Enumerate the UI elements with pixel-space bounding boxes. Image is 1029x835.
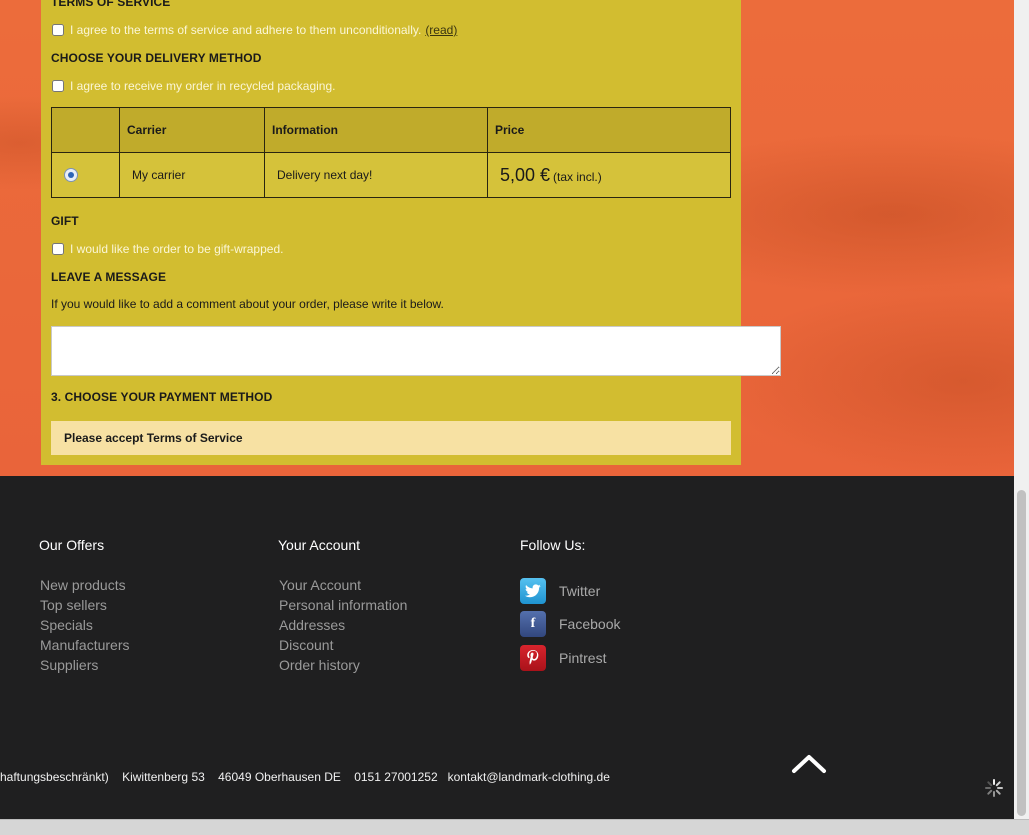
payment-warning: Please accept Terms of Service [51,421,731,455]
recycled-row: I agree to receive my order in recycled … [51,78,335,94]
message-intro: If you would like to add a comment about… [51,297,444,311]
message-textarea[interactable] [51,326,781,376]
terms-heading: TERMS OF SERVICE [51,0,171,9]
carrier-price: 5,00 € [500,164,551,185]
carrier-table-header: Carrier Information Price [51,107,731,153]
footer-link-suppliers[interactable]: Suppliers [40,657,129,677]
facebook-icon: f [520,611,546,637]
carrier-table: Carrier Information Price My carrier Del… [51,107,731,198]
carrier-price-note: (tax incl.) [553,169,602,184]
gift-heading: GIFT [51,214,79,228]
gift-row: I would like the order to be gift-wrappe… [51,241,283,257]
carrier-radio[interactable] [64,168,78,183]
terms-checkbox[interactable] [52,24,64,36]
horizontal-scrollbar[interactable] [0,819,1029,835]
recycled-label: I agree to receive my order in recycled … [70,79,336,93]
footer-account-title: Your Account [278,537,360,553]
social-name-twitter: Twitter [559,583,601,599]
footer-link-top-sellers[interactable]: Top sellers [40,597,129,617]
message-heading: LEAVE A MESSAGE [51,270,167,284]
social-name-pinterest: Pintrest [559,650,607,666]
delivery-heading: CHOOSE YOUR DELIVERY METHOD [51,51,262,65]
social-name-facebook: Facebook [559,616,621,632]
back-to-top-icon[interactable] [790,752,828,776]
terms-row: I agree to the terms of service and adhe… [51,22,457,38]
header-carrier: Carrier [119,107,265,153]
terms-read-link[interactable]: (read) [425,23,457,37]
payment-heading: 3. CHOOSE YOUR PAYMENT METHOD [51,390,273,404]
loading-spinner-icon [985,779,1003,797]
social-link-twitter[interactable]: Twitter [520,578,600,604]
footer-link-new-products[interactable]: New products [40,577,129,597]
terms-label: I agree to the terms of service and adhe… [70,23,422,37]
footer-link-specials[interactable]: Specials [40,617,129,637]
footer-offers-list: New products Top sellers Specials Manufa… [40,577,129,677]
vertical-scrollbar[interactable] [1014,0,1029,819]
header-price: Price [487,107,731,153]
table-row[interactable]: My carrier Delivery next day! 5,00 € (tax… [51,152,731,198]
header-information: Information [264,107,488,153]
footer-offers-title: Our Offers [39,537,105,553]
pinterest-icon [520,645,546,671]
header-select [51,107,120,153]
footer-link-personal-information[interactable]: Personal information [279,597,407,617]
recycled-checkbox[interactable] [52,80,64,92]
footer-link-manufacturers[interactable]: Manufacturers [40,637,129,657]
footer-follow-title: Follow Us: [520,537,586,553]
carrier-radio-cell[interactable] [51,152,120,198]
carrier-name: My carrier [119,152,265,198]
footer-account-list: Your Account Personal information Addres… [279,577,407,677]
social-link-pinterest[interactable]: Pintrest [520,645,606,671]
footer-link-your-account[interactable]: Your Account [279,577,407,597]
gift-checkbox[interactable] [52,243,64,255]
footer-link-addresses[interactable]: Addresses [279,617,407,637]
footer-address: haftungsbeschränkt) Kiwittenberg 53 4604… [0,770,610,784]
footer-link-order-history[interactable]: Order history [279,657,407,677]
footer [0,476,1014,819]
footer-link-discount[interactable]: Discount [279,637,407,657]
carrier-price-cell: 5,00 € (tax incl.) [487,152,731,198]
twitter-icon [520,578,546,604]
carrier-information: Delivery next day! [264,152,488,198]
vertical-scrollbar-thumb[interactable] [1017,490,1026,816]
gift-label: I would like the order to be gift-wrappe… [70,242,284,256]
social-link-facebook[interactable]: f Facebook [520,611,620,637]
